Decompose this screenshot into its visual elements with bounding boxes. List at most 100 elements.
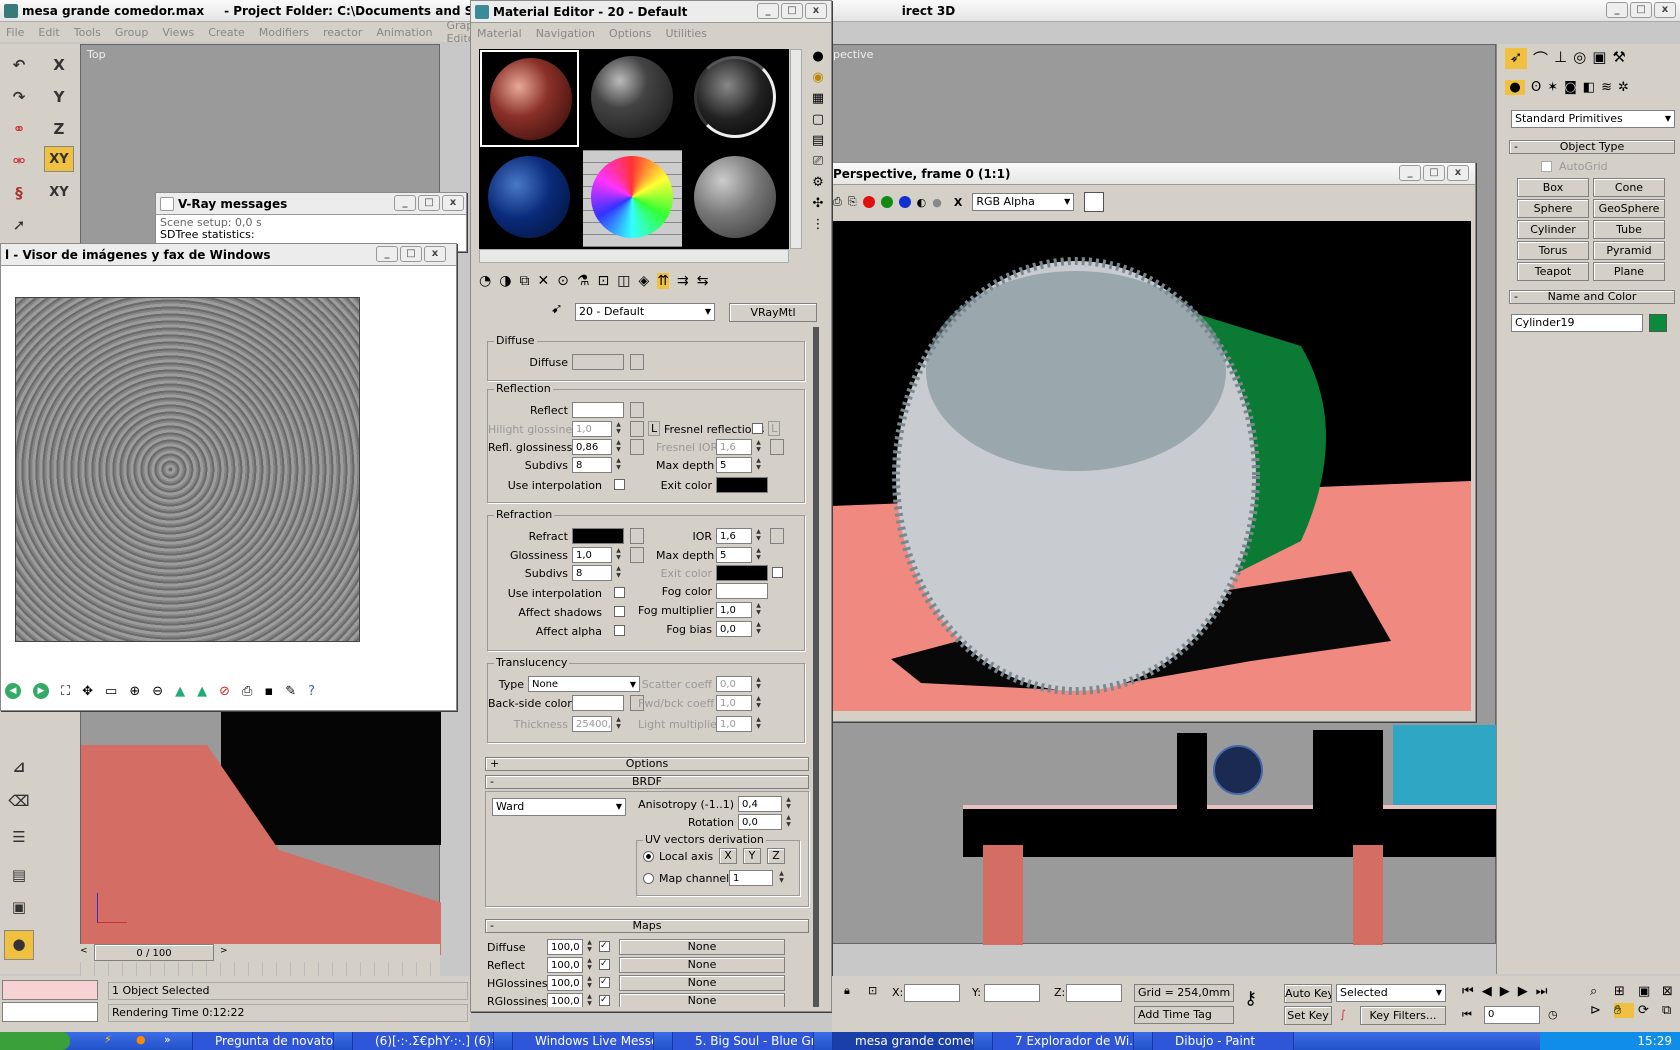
- options-rollup[interactable]: + Options: [485, 757, 809, 771]
- fresnel-ior-spinner[interactable]: ▲ ▼: [754, 439, 763, 454]
- map-channel-field[interactable]: 1: [729, 870, 773, 886]
- default-tangents-icon[interactable]: ∫: [1340, 1008, 1346, 1021]
- rotate-ccw-icon[interactable]: ▲: [197, 684, 207, 699]
- select-arrow-icon[interactable]: ➚: [6, 212, 32, 238]
- menu-group[interactable]: Group: [115, 26, 149, 39]
- brdf-type-dropdown[interactable]: Ward ▼: [492, 798, 626, 816]
- close-button[interactable]: x: [1654, 2, 1676, 18]
- set-key-button[interactable]: Set Key: [1284, 1006, 1332, 1025]
- ior-spinner[interactable]: ▲ ▼: [754, 528, 763, 543]
- map-row-checkbox[interactable]: ✓: [599, 995, 610, 1006]
- scatter-field[interactable]: 0,0: [716, 676, 752, 692]
- object-name-field[interactable]: Cylinder19: [1511, 314, 1643, 332]
- systems-icon[interactable]: ✲: [1618, 80, 1629, 95]
- refr-exit-swatch[interactable]: [716, 565, 768, 581]
- create-box-button[interactable]: Box: [1517, 178, 1589, 197]
- edit-icon[interactable]: ✎: [285, 684, 296, 699]
- sample-type-icon[interactable]: ●: [812, 49, 823, 64]
- show-end-result-icon[interactable]: ◈: [638, 273, 649, 289]
- refr-subdivs-spinner[interactable]: ▲ ▼: [614, 565, 623, 580]
- go-to-end-icon[interactable]: ⏭︎: [1536, 984, 1548, 999]
- axis-x-toggle[interactable]: X: [719, 848, 737, 864]
- create-sphere-button[interactable]: Sphere: [1517, 199, 1589, 218]
- create-cone-button[interactable]: Cone: [1593, 178, 1665, 197]
- uv-tiling-icon[interactable]: ▢: [812, 112, 824, 127]
- video-check-icon[interactable]: ▤: [812, 133, 824, 148]
- sample-slot[interactable]: [480, 150, 579, 247]
- color-swatch[interactable]: [1084, 192, 1105, 212]
- key-selection-dropdown[interactable]: Selected ▼: [1336, 984, 1446, 1002]
- orbit-icon[interactable]: ⟳: [1638, 1003, 1658, 1018]
- object-type-rollup[interactable]: - Object Type: [1509, 140, 1675, 154]
- ior-field[interactable]: 1,6: [716, 528, 752, 544]
- refr-gloss-map-button[interactable]: [630, 547, 644, 563]
- red-channel-toggle[interactable]: [862, 196, 875, 208]
- scatter-spinner[interactable]: ▲ ▼: [754, 676, 763, 691]
- layers-icon[interactable]: ☰: [6, 824, 32, 850]
- add-time-tag[interactable]: Add Time Tag: [1134, 1006, 1234, 1024]
- create-pyramid-button[interactable]: Pyramid: [1593, 241, 1665, 260]
- maxscript-listener[interactable]: [2, 980, 98, 1000]
- slideshow-icon[interactable]: ▭: [105, 684, 117, 699]
- spacewarps-icon[interactable]: ≋: [1601, 80, 1612, 95]
- utilities-tab-icon[interactable]: ⚒: [1612, 48, 1625, 69]
- fresnel-lock-toggle[interactable]: L: [768, 421, 781, 436]
- put-to-scene-icon[interactable]: ◑: [499, 273, 511, 289]
- map-row-amount[interactable]: 100,0: [547, 975, 583, 991]
- cameras-icon[interactable]: ◙: [1564, 80, 1577, 95]
- motion-tab-icon[interactable]: ◎: [1573, 48, 1586, 69]
- thickness-spinner[interactable]: ▲ ▼: [614, 716, 623, 731]
- axis-z-toggle[interactable]: Z: [767, 848, 785, 864]
- frame-minimize-button[interactable]: _: [1399, 165, 1421, 181]
- next-image-icon[interactable]: ▶: [33, 683, 49, 699]
- save-icon[interactable]: ▪: [264, 684, 273, 699]
- light-mult-spinner[interactable]: ▲ ▼: [754, 716, 763, 731]
- fog-mult-field[interactable]: 1,0: [716, 602, 752, 618]
- shapes-icon[interactable]: ʘ: [1531, 80, 1541, 95]
- mat-close-button[interactable]: x: [805, 3, 827, 19]
- refl-gloss-spinner[interactable]: ▲ ▼: [614, 439, 623, 454]
- hilight-map-button[interactable]: [630, 421, 644, 437]
- menu-tools[interactable]: Tools: [74, 26, 101, 39]
- axis-z-button[interactable]: Z: [46, 116, 72, 142]
- create-geosphere-button[interactable]: GeoSphere: [1593, 199, 1665, 218]
- map-row-checkbox[interactable]: ✓: [599, 941, 610, 952]
- helpers-icon[interactable]: ◧: [1583, 80, 1595, 95]
- zoom-all-icon[interactable]: ⊞: [1614, 984, 1634, 999]
- hilight-gloss-spinner[interactable]: ▲ ▼: [614, 421, 623, 436]
- light-mult-field[interactable]: 1,0: [716, 716, 752, 732]
- create-teapot-button[interactable]: Teapot: [1517, 262, 1589, 281]
- key-filters-button[interactable]: Key Filters...: [1360, 1006, 1446, 1025]
- bind-spacewarp-icon[interactable]: §: [6, 180, 32, 206]
- map-row-spinner[interactable]: ▲ ▼: [585, 939, 594, 954]
- fresnel-ior-field[interactable]: 1,6: [716, 439, 752, 455]
- tray-clock[interactable]: 15:29: [1637, 1034, 1672, 1048]
- map-row-checkbox[interactable]: ✓: [599, 959, 610, 970]
- refract-color-swatch[interactable]: [572, 528, 624, 544]
- axis-y-toggle[interactable]: Y: [743, 848, 761, 864]
- help-icon[interactable]: ?: [308, 684, 315, 699]
- refr-useinterp-checkbox[interactable]: [614, 587, 625, 598]
- refr-gloss-spinner[interactable]: ▲ ▼: [614, 547, 623, 562]
- go-sibling-icon[interactable]: ⇆: [697, 273, 709, 289]
- go-to-start-icon[interactable]: ⏮︎: [1462, 984, 1474, 999]
- map-row-button[interactable]: None: [619, 993, 785, 1007]
- rotation-spinner[interactable]: ▲ ▼: [784, 814, 793, 829]
- map-row-spinner[interactable]: ▲ ▼: [585, 993, 594, 1007]
- viewer-close-button[interactable]: x: [424, 246, 446, 262]
- menu-create[interactable]: Create: [208, 26, 245, 39]
- clone-icon[interactable]: ⎘: [848, 195, 857, 209]
- refl-subdivs-spinner[interactable]: ▲ ▼: [614, 457, 623, 472]
- backside-color-swatch[interactable]: [572, 695, 624, 711]
- unlink-icon[interactable]: ⚮: [6, 148, 32, 174]
- show-map-icon[interactable]: ◫: [617, 273, 630, 289]
- backlight-icon[interactable]: ◉: [812, 70, 823, 85]
- lights-icon[interactable]: ✶: [1547, 80, 1558, 95]
- map-row-amount[interactable]: 100,0: [547, 993, 583, 1007]
- thickness-field[interactable]: 25400,: [572, 716, 612, 732]
- taskbar-item[interactable]: Dibujo - Paint: [1152, 1032, 1294, 1050]
- map-row-spinner[interactable]: ▲ ▼: [585, 975, 594, 990]
- fwd-spinner[interactable]: ▲ ▼: [754, 695, 763, 710]
- timeline-next[interactable]: >: [220, 946, 228, 956]
- sample-slot[interactable]: [583, 50, 682, 147]
